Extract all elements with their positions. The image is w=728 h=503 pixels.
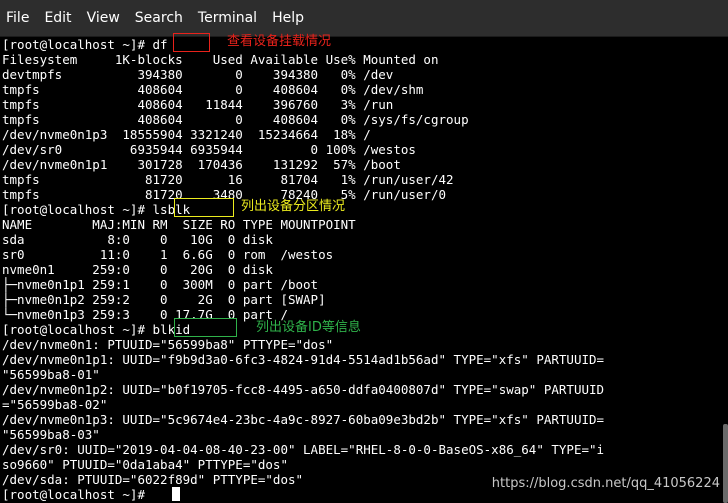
watermark-text: https://blog.csdn.net/qq_41056224 [491, 476, 720, 491]
menu-search[interactable]: Search [135, 10, 183, 26]
terminal-line: ├─nvme0n1p2 259:2 0 2G 0 part [SWAP] [2, 292, 326, 307]
terminal-line: [root@localhost ~]# df [2, 37, 168, 52]
terminal-line: so9660" PTUUID="0da1aba4" PTTYPE="dos" [2, 457, 288, 472]
terminal-line: "56599ba8-03" [2, 427, 100, 442]
terminal-line: /dev/nvme0n1: PTUUID="56599ba8" PTTYPE="… [2, 337, 334, 352]
menu-bar: File Edit View Search Terminal Help [0, 0, 728, 37]
terminal-line: /dev/sr0: UUID="2019-04-04-08-40-23-00" … [2, 442, 605, 457]
terminal-line: tmpfs 408604 0 408604 0% /sys/fs/cgroup [2, 112, 469, 127]
terminal-line: NAME MAJ:MIN RM SIZE RO TYPE MOUNTPOINT [2, 217, 356, 232]
terminal-line: ├─nvme0n1p1 259:1 0 300M 0 part /boot [2, 277, 319, 292]
text-cursor [172, 487, 180, 501]
menu-view[interactable]: View [87, 10, 120, 26]
menu-help[interactable]: Help [272, 10, 304, 26]
terminal-line: /dev/sr0 6935944 6935944 0 100% /westos [2, 142, 416, 157]
terminal-line: tmpfs 408604 11844 396760 3% /run [2, 97, 394, 112]
terminal-line: /dev/nvme0n1p1: UUID="f9b9d3a0-6fc3-4824… [2, 352, 605, 367]
df-command-highlight [173, 33, 210, 52]
terminal-line: /dev/nvme0n1p1 301728 170436 131292 57% … [2, 157, 401, 172]
terminal-line: tmpfs 81720 16 81704 1% /run/user/42 [2, 172, 454, 187]
terminal-window: File Edit View Search Terminal Help [roo… [0, 0, 728, 503]
terminal-line: tmpfs 408604 0 408604 0% /dev/shm [2, 82, 424, 97]
menu-terminal[interactable]: Terminal [198, 10, 257, 26]
terminal-line: sda 8:0 0 10G 0 disk [2, 232, 273, 247]
menu-edit[interactable]: Edit [44, 10, 71, 26]
blkid-command-highlight [174, 318, 237, 337]
terminal-line: ="56599ba8-02" [2, 397, 108, 412]
terminal-line: /dev/nvme0n1p3: UUID="5c9674e4-23bc-4a9c… [2, 412, 605, 427]
blkid-annotation: 列出设备ID等信息 [256, 320, 361, 335]
terminal-line: nvme0n1 259:0 0 20G 0 disk [2, 262, 273, 277]
terminal-line: "56599ba8-01" [2, 367, 100, 382]
terminal-line: [root@localhost ~]# blkid [2, 322, 191, 337]
terminal-output[interactable]: [root@localhost ~]# df Filesystem 1K-bloc… [0, 37, 722, 503]
lsblk-annotation: 列出设备分区情况 [241, 199, 346, 214]
df-annotation: 查看设备挂载情况 [227, 34, 332, 49]
scrollbar-thumb[interactable] [723, 424, 728, 503]
terminal-line: /dev/nvme0n1p3 18555904 3321240 15234664… [2, 127, 371, 142]
terminal-line: └─nvme0n1p3 259:3 0 17.7G 0 part / [2, 307, 288, 322]
terminal-line: sr0 11:0 1 6.6G 0 rom /westos [2, 247, 334, 262]
menu-file[interactable]: File [6, 10, 29, 26]
terminal-line: /dev/nvme0n1p2: UUID="b0f19705-fcc8-4495… [2, 382, 605, 397]
terminal-line: tmpfs 81720 3480 78240 5% /run/user/0 [2, 187, 447, 202]
lsblk-command-highlight [174, 198, 234, 217]
terminal-line: devtmpfs 394380 0 394380 0% /dev [2, 67, 394, 82]
terminal-line: [root@localhost ~]# lsblk [2, 202, 191, 217]
terminal-line: Filesystem 1K-blocks Used Available Use%… [2, 52, 439, 67]
